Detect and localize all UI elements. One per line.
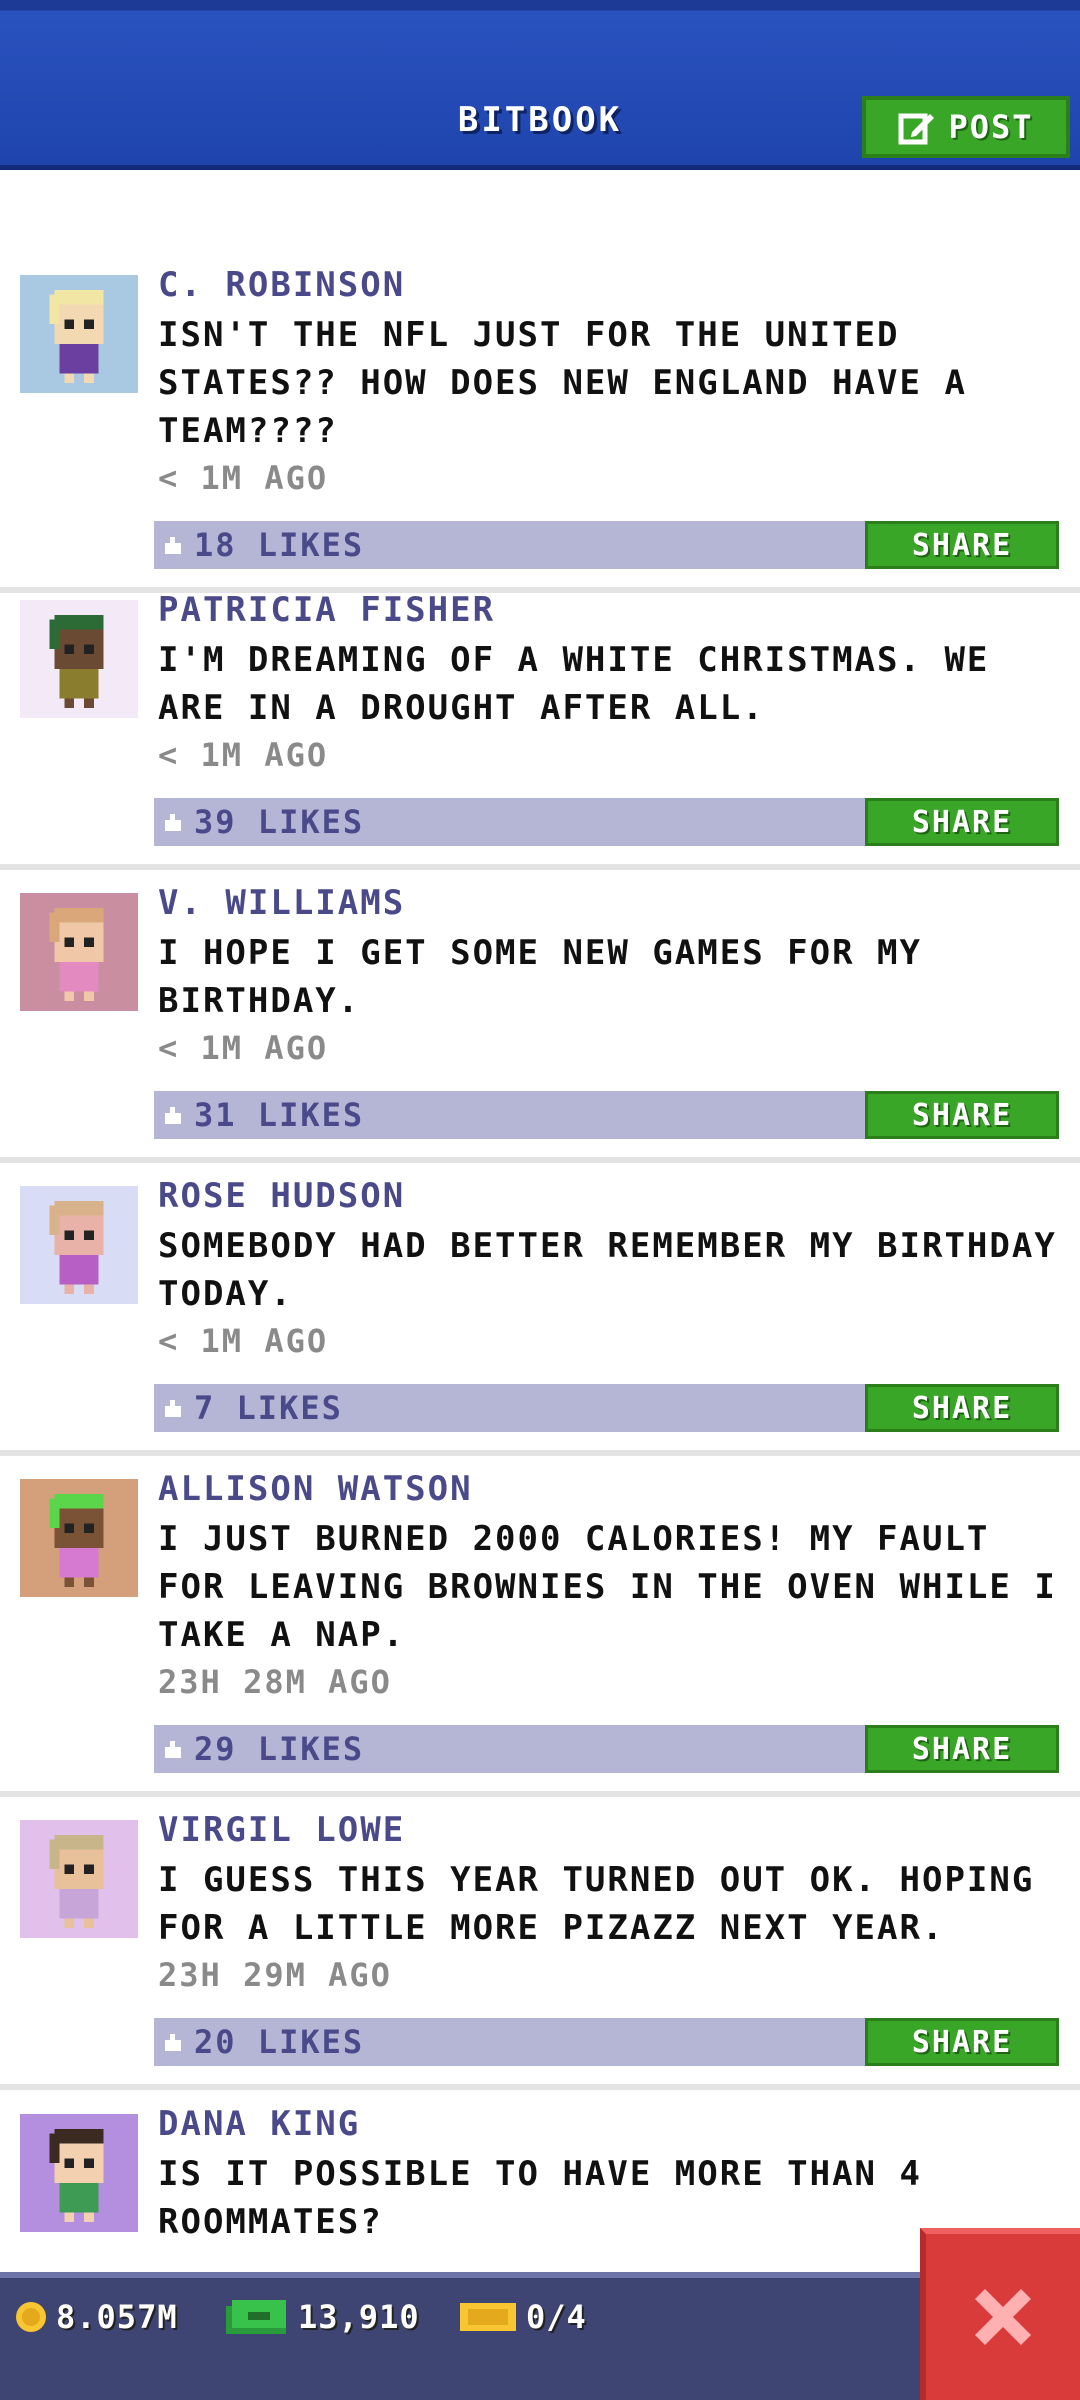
post-timestamp: < 1M AGO: [158, 1029, 329, 1067]
thumbs-up-icon: [165, 1107, 181, 1124]
like-count-label: 7 LIKES: [194, 1389, 343, 1427]
avatar[interactable]: [20, 893, 138, 1011]
bux-value: 13,910: [298, 2298, 420, 2336]
close-icon: [975, 2289, 1031, 2345]
share-button[interactable]: SHARE: [865, 798, 1059, 846]
post-message: I JUST BURNED 2000 CALORIES! MY FAULT FO…: [158, 1519, 1057, 1655]
share-button[interactable]: SHARE: [865, 1725, 1059, 1773]
post-author[interactable]: DANA KING: [158, 2104, 360, 2144]
post-author[interactable]: C. ROBINSON: [158, 265, 405, 305]
post-timestamp: < 1M AGO: [158, 1322, 329, 1360]
divider: [0, 1157, 1080, 1163]
post-author[interactable]: PATRICIA FISHER: [158, 590, 495, 630]
thumbs-up-icon: [165, 537, 181, 554]
share-button[interactable]: SHARE: [865, 521, 1059, 569]
post-timestamp: 23H 28M AGO: [158, 1663, 392, 1701]
app-header: BITBOOK POST: [0, 0, 1080, 170]
share-button[interactable]: SHARE: [865, 2018, 1059, 2066]
post-button-label: POST: [948, 108, 1034, 146]
status-bar: 8.057M 13,910 0/4: [0, 2272, 1080, 2400]
share-button[interactable]: SHARE: [865, 1091, 1059, 1139]
post-message: SOMEBODY HAD BETTER REMEMBER MY BIRTHDAY…: [158, 1226, 1057, 1314]
divider: [0, 1450, 1080, 1456]
avatar[interactable]: [20, 1820, 138, 1938]
like-count[interactable]: 20 LIKES: [162, 2018, 364, 2066]
post-button[interactable]: POST: [862, 96, 1070, 158]
divider: [0, 864, 1080, 870]
thumbs-up-icon: [165, 814, 181, 831]
coin-icon: [16, 2302, 46, 2332]
like-count[interactable]: 7 LIKES: [162, 1384, 343, 1432]
like-count[interactable]: 29 LIKES: [162, 1725, 364, 1773]
post-author[interactable]: ROSE HUDSON: [158, 1176, 405, 1216]
like-bar[interactable]: 20 LIKES SHARE: [154, 2018, 1059, 2066]
like-bar[interactable]: 31 LIKES SHARE: [154, 1091, 1059, 1139]
coins-stat: 8.057M: [14, 2298, 178, 2336]
like-bar[interactable]: 18 LIKES SHARE: [154, 521, 1059, 569]
avatar[interactable]: [20, 2114, 138, 2232]
post-message: I GUESS THIS YEAR TURNED OUT OK. HOPING …: [158, 1860, 1035, 1948]
divider: [0, 1791, 1080, 1797]
like-count[interactable]: 39 LIKES: [162, 798, 364, 846]
tickets-stat: 0/4: [458, 2298, 587, 2336]
edit-icon: [898, 113, 935, 145]
close-button[interactable]: [920, 2228, 1080, 2400]
post-message: I'M DREAMING OF A WHITE CHRISTMAS. WE AR…: [158, 640, 990, 728]
like-count[interactable]: 31 LIKES: [162, 1091, 364, 1139]
post-message: I HOPE I GET SOME NEW GAMES FOR MY BIRTH…: [158, 933, 922, 1021]
thumbs-up-icon: [165, 1741, 181, 1758]
coins-value: 8.057M: [56, 2298, 178, 2336]
like-bar[interactable]: 39 LIKES SHARE: [154, 798, 1059, 846]
post-author[interactable]: VIRGIL LOWE: [158, 1810, 405, 1850]
like-count-label: 20 LIKES: [194, 2023, 365, 2061]
tickets-value: 0/4: [526, 2298, 587, 2336]
bux-stat: 13,910: [222, 2298, 420, 2336]
thumbs-up-icon: [165, 2034, 181, 2051]
like-count-label: 18 LIKES: [194, 526, 365, 564]
avatar[interactable]: [20, 600, 138, 718]
like-bar[interactable]: 29 LIKES SHARE: [154, 1725, 1059, 1773]
divider: [0, 2084, 1080, 2090]
like-count-label: 29 LIKES: [194, 1730, 365, 1768]
share-button[interactable]: SHARE: [865, 1384, 1059, 1432]
post-timestamp: < 1M AGO: [158, 736, 329, 774]
avatar[interactable]: [20, 1479, 138, 1597]
post-message: ISN'T THE NFL JUST FOR THE UNITED STATES…: [158, 315, 967, 451]
like-count-label: 39 LIKES: [194, 803, 365, 841]
post-timestamp: < 1M AGO: [158, 459, 329, 497]
ticket-icon: [460, 2303, 516, 2331]
post-author[interactable]: ALLISON WATSON: [158, 1469, 473, 1509]
post-author[interactable]: V. WILLIAMS: [158, 883, 405, 923]
like-count-label: 31 LIKES: [194, 1096, 365, 1134]
post-timestamp: 23H 29M AGO: [158, 1956, 392, 1994]
avatar[interactable]: [20, 1186, 138, 1304]
like-bar[interactable]: 7 LIKES SHARE: [154, 1384, 1059, 1432]
like-count[interactable]: 18 LIKES: [162, 521, 364, 569]
avatar[interactable]: [20, 275, 138, 393]
post-feed[interactable]: C. ROBINSON ISN'T THE NFL JUST FOR THE UN…: [0, 170, 1080, 2270]
bux-icon: [226, 2300, 286, 2334]
thumbs-up-icon: [165, 1400, 181, 1417]
